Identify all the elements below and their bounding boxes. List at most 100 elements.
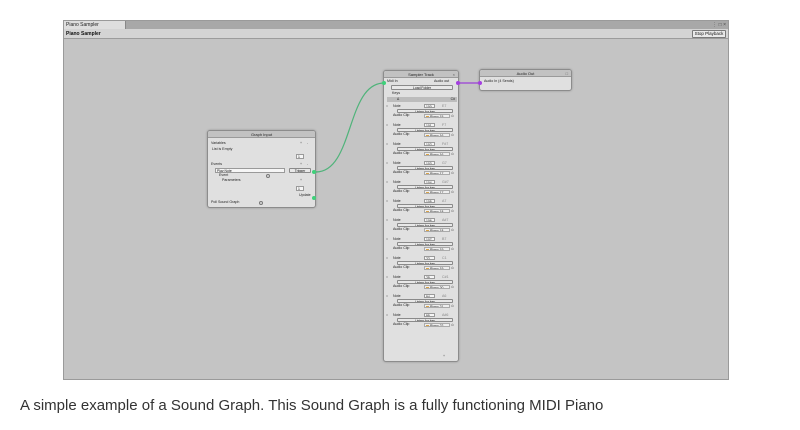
audio-clip-label: Audio Clip: [393, 132, 410, 136]
note-number-field[interactable]: 101: [424, 123, 435, 127]
note-number-field[interactable]: 22: [424, 256, 435, 260]
audio-out-node[interactable]: Audio Out □ Audio In (4 Sends): [479, 69, 572, 91]
audio-clip-field[interactable]: Piano 16: [424, 133, 450, 137]
keys-header-right: C#: [450, 97, 455, 101]
audio-clip-icon: [426, 191, 429, 193]
clip-picker-icon[interactable]: ⊙: [451, 266, 454, 270]
clip-picker-icon[interactable]: ⊙: [451, 323, 454, 327]
audio-clip-icon: [426, 267, 429, 269]
key-drag-handle[interactable]: =: [386, 237, 388, 241]
key-drag-handle[interactable]: =: [386, 313, 388, 317]
remove-event-button[interactable]: -: [307, 162, 308, 166]
window-controls[interactable]: ⋮ □ ×: [712, 21, 726, 29]
node-title[interactable]: Sampler Track ×: [384, 71, 458, 78]
events-count[interactable]: 1: [296, 186, 304, 191]
note-number-field[interactable]: 100: [424, 104, 435, 108]
key-drag-handle[interactable]: =: [386, 294, 388, 298]
audio-clip-icon: [426, 229, 429, 231]
add-key-button[interactable]: +: [443, 354, 445, 358]
graph-title: Piano Sampler: [66, 31, 101, 37]
audio-clip-field[interactable]: Piano 18: [424, 209, 450, 213]
stop-playback-button[interactable]: Stop Playback: [692, 30, 726, 38]
figure-caption: A simple example of a Sound Graph. This …: [20, 397, 604, 414]
key-drag-handle[interactable]: =: [386, 256, 388, 260]
audio-clip-name: Piano 16: [430, 134, 444, 137]
note-number-field[interactable]: 103: [424, 161, 435, 165]
note-number-field[interactable]: 106: [424, 218, 435, 222]
note-number-field[interactable]: 95: [424, 313, 435, 317]
audio-in-label: Audio In (4 Sends): [484, 79, 514, 83]
audio-in-port[interactable]: [478, 81, 482, 85]
add-parameter-button[interactable]: +: [300, 178, 302, 182]
key-drag-handle[interactable]: =: [386, 142, 388, 146]
key-drag-handle[interactable]: =: [386, 199, 388, 203]
note-number-field[interactable]: 105: [424, 199, 435, 203]
audio-clip-field[interactable]: Piano 18: [424, 228, 450, 232]
remove-variable-button[interactable]: -: [307, 141, 308, 145]
audio-clip-field[interactable]: Piano 16: [424, 152, 450, 156]
clip-picker-icon[interactable]: ⊙: [451, 190, 454, 194]
key-drag-handle[interactable]: =: [386, 218, 388, 222]
event-toggle[interactable]: [266, 174, 270, 178]
midi-in-port[interactable]: [382, 81, 386, 85]
clip-picker-icon[interactable]: ⊙: [451, 247, 454, 251]
trigger-button[interactable]: Trigger: [289, 168, 311, 173]
audio-clip-field[interactable]: Piano 21: [424, 304, 450, 308]
note-number-field[interactable]: 107: [424, 237, 435, 241]
key-drag-handle[interactable]: =: [386, 104, 388, 108]
graph-input-node[interactable]: Graph Input Variables + - List is Empty …: [207, 130, 316, 208]
variables-count[interactable]: 1: [296, 154, 304, 159]
audio-clip-name: Piano 20: [430, 286, 444, 289]
clip-picker-icon[interactable]: ⊙: [451, 209, 454, 213]
midi-in-label: Midi In: [387, 79, 398, 83]
node-title[interactable]: Graph Input: [208, 131, 315, 138]
audio-clip-field[interactable]: Piano 17: [424, 171, 450, 175]
close-icon[interactable]: □: [566, 70, 568, 77]
audio-clip-field[interactable]: Piano 22: [424, 323, 450, 327]
audio-clip-name: Piano 16: [430, 153, 444, 156]
add-variable-button[interactable]: +: [300, 141, 302, 145]
keys-label: Keys: [392, 91, 400, 95]
audio-clip-field[interactable]: Piano 19: [424, 266, 450, 270]
note-number-field[interactable]: 104: [424, 180, 435, 184]
key-drag-handle[interactable]: =: [386, 161, 388, 165]
note-number-field[interactable]: 102: [424, 142, 435, 146]
note-number-field[interactable]: 25: [424, 275, 435, 279]
note-number-field[interactable]: 94: [424, 294, 435, 298]
audio-clip-label: Audio Clip: [393, 284, 410, 288]
key-drag-handle[interactable]: =: [386, 275, 388, 279]
key-drag-handle[interactable]: =: [386, 180, 388, 184]
key-drag-handle[interactable]: =: [386, 123, 388, 127]
note-name: C1: [442, 255, 447, 260]
parameters-label: Parameters: [222, 178, 241, 182]
note-name: C#1: [442, 274, 449, 279]
audio-clip-label: Audio Clip: [393, 113, 410, 117]
add-event-button[interactable]: +: [300, 162, 302, 166]
audio-clip-field[interactable]: Piano 17: [424, 190, 450, 194]
clip-picker-icon[interactable]: ⊙: [451, 171, 454, 175]
audio-clip-label: Audio Clip: [393, 265, 410, 269]
close-icon[interactable]: ×: [453, 71, 455, 78]
sampler-track-node[interactable]: Sampler Track × Midi In Audio out Load Fo…: [383, 70, 459, 362]
load-folder-button[interactable]: Load Folder: [391, 85, 453, 90]
trigger-output-port[interactable]: [312, 170, 316, 174]
window-tab[interactable]: Piano Sampler: [64, 21, 126, 29]
clip-picker-icon[interactable]: ⊙: [451, 304, 454, 308]
poll-sound-graph-toggle[interactable]: [259, 201, 263, 205]
clip-picker-icon[interactable]: ⊙: [451, 114, 454, 118]
audio-clip-field[interactable]: Piano 15: [424, 114, 450, 118]
audio-clip-field[interactable]: Piano 19: [424, 247, 450, 251]
note-name: A7: [442, 198, 447, 203]
update-output-port[interactable]: [312, 196, 316, 200]
clip-picker-icon[interactable]: ⊙: [451, 152, 454, 156]
audio-clip-field[interactable]: Piano 20: [424, 285, 450, 289]
node-title[interactable]: Audio Out □: [480, 70, 571, 77]
audio-clip-name: Piano 18: [430, 210, 444, 213]
clip-picker-icon[interactable]: ⊙: [451, 228, 454, 232]
clip-picker-icon[interactable]: ⊙: [451, 285, 454, 289]
graph-canvas[interactable]: Graph Input Variables + - List is Empty …: [64, 40, 728, 379]
note-name: A#6: [442, 312, 449, 317]
audio-clip-label: Audio Clip: [393, 303, 410, 307]
clip-picker-icon[interactable]: ⊙: [451, 133, 454, 137]
audio-out-port[interactable]: [456, 81, 460, 85]
